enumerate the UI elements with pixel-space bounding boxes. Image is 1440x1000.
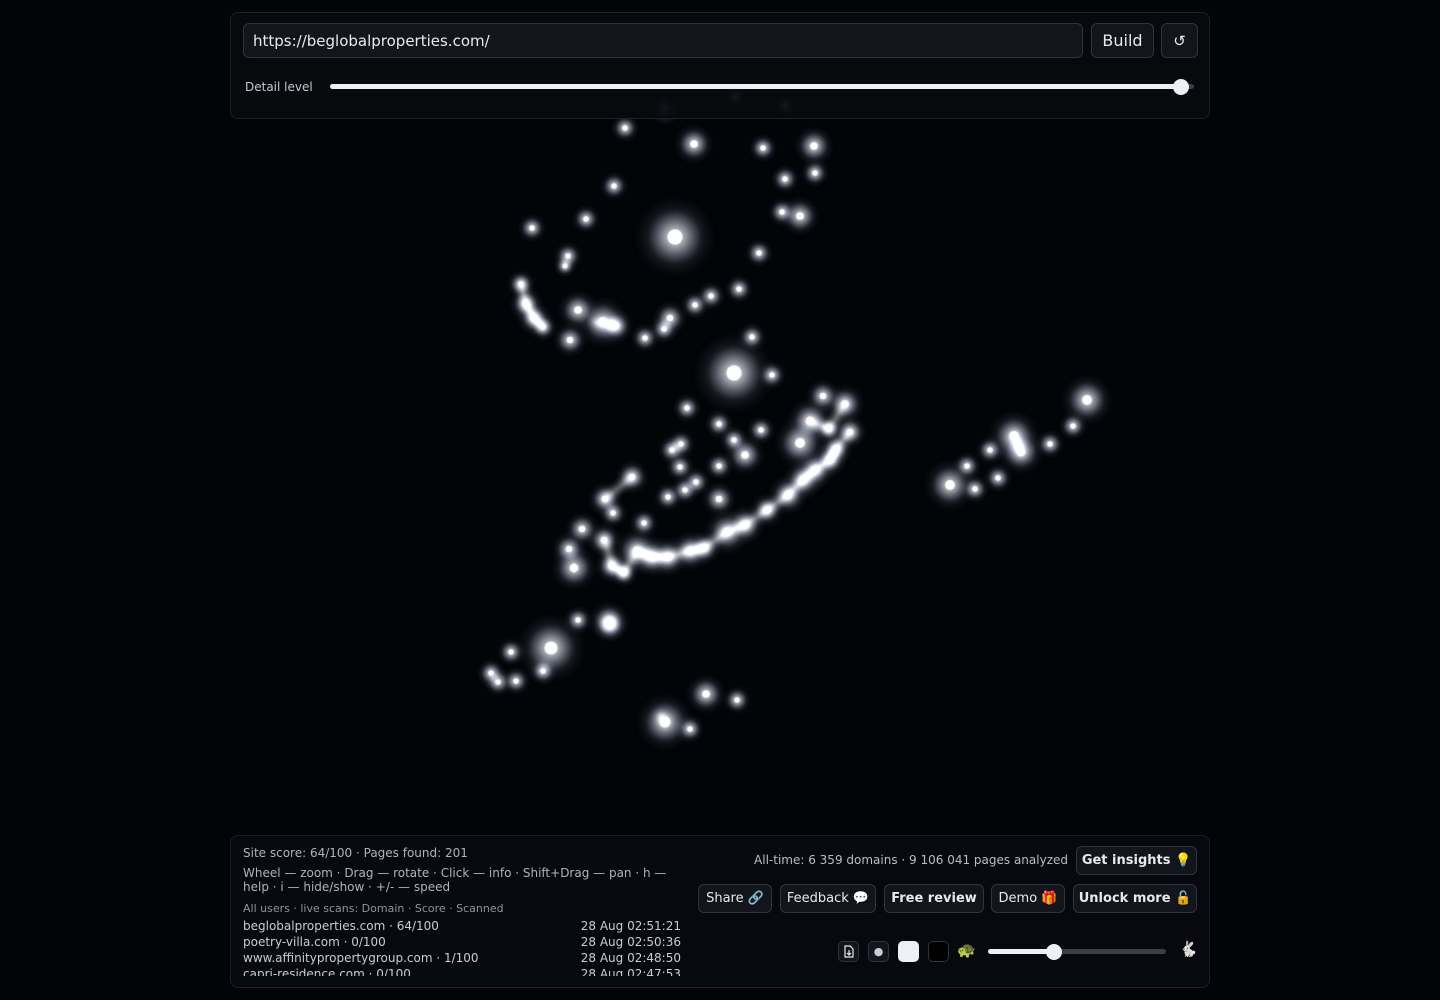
speed-slider[interactable]	[988, 944, 1166, 960]
url-input[interactable]	[243, 23, 1083, 58]
bottom-info-panel: Site score: 64/100 · Pages found: 201 Wh…	[230, 835, 1210, 988]
scan-domain: beglobalproperties.com · 64/100	[243, 919, 439, 933]
scan-time: 28 Aug 02:48:50	[580, 951, 681, 965]
site-score-text: Site score: 64/100 · Pages found: 201	[243, 846, 468, 860]
scan-domain: poetry-villa.com · 0/100	[243, 935, 386, 949]
feedback-button[interactable]: Feedback 💬	[780, 884, 876, 913]
turtle-icon: 🐢	[957, 941, 976, 959]
dark-theme-button[interactable]	[928, 941, 949, 962]
build-button[interactable]: Build	[1091, 23, 1154, 58]
live-scans-header: All users · live scans: Domain · Score ·…	[243, 902, 504, 915]
node-style-button[interactable]: ●	[868, 941, 889, 962]
list-item[interactable]: capri-residence.com · 0/100 28 Aug 02:47…	[243, 966, 681, 976]
unlock-more-button[interactable]: Unlock more 🔓	[1073, 884, 1197, 913]
detail-slider-fill	[330, 84, 1182, 89]
all-time-stats: All-time: 6 359 domains · 9 106 041 page…	[754, 853, 1068, 867]
download-icon	[844, 945, 854, 958]
light-theme-button[interactable]	[898, 941, 919, 962]
get-insights-button[interactable]: Get insights 💡	[1076, 846, 1197, 875]
detail-level-slider[interactable]	[330, 79, 1194, 95]
scan-domain: www.affinitypropertygroup.com · 1/100	[243, 951, 479, 965]
share-button[interactable]: Share 🔗	[698, 884, 772, 913]
list-item[interactable]: poetry-villa.com · 0/100 28 Aug 02:50:36	[243, 934, 681, 950]
speed-slider-thumb[interactable]	[1045, 944, 1062, 960]
scan-time: 28 Aug 02:47:53	[580, 967, 681, 976]
free-review-button[interactable]: Free review	[884, 884, 984, 913]
rabbit-icon: 🐇	[1179, 940, 1198, 958]
detail-level-label: Detail level	[245, 80, 313, 94]
refresh-icon: ↺	[1173, 31, 1186, 50]
dot-icon: ●	[873, 945, 884, 958]
reset-button[interactable]: ↺	[1161, 23, 1198, 58]
top-control-panel: Build ↺ Detail level	[230, 12, 1210, 119]
help-text: Wheel — zoom · Drag — rotate · Click — i…	[243, 866, 667, 894]
scan-time: 28 Aug 02:50:36	[580, 935, 681, 949]
demo-button[interactable]: Demo 🎁	[991, 884, 1065, 913]
list-item[interactable]: beglobalproperties.com · 64/100 28 Aug 0…	[243, 918, 681, 934]
scan-time: 28 Aug 02:51:21	[580, 919, 681, 933]
speed-slider-fill	[988, 949, 1054, 954]
detail-slider-thumb[interactable]	[1173, 79, 1190, 95]
list-item[interactable]: www.affinitypropertygroup.com · 1/100 28…	[243, 950, 681, 966]
download-button[interactable]	[838, 941, 859, 962]
scan-domain: capri-residence.com · 0/100	[243, 967, 411, 976]
live-scans-list: beglobalproperties.com · 64/100 28 Aug 0…	[243, 918, 681, 976]
